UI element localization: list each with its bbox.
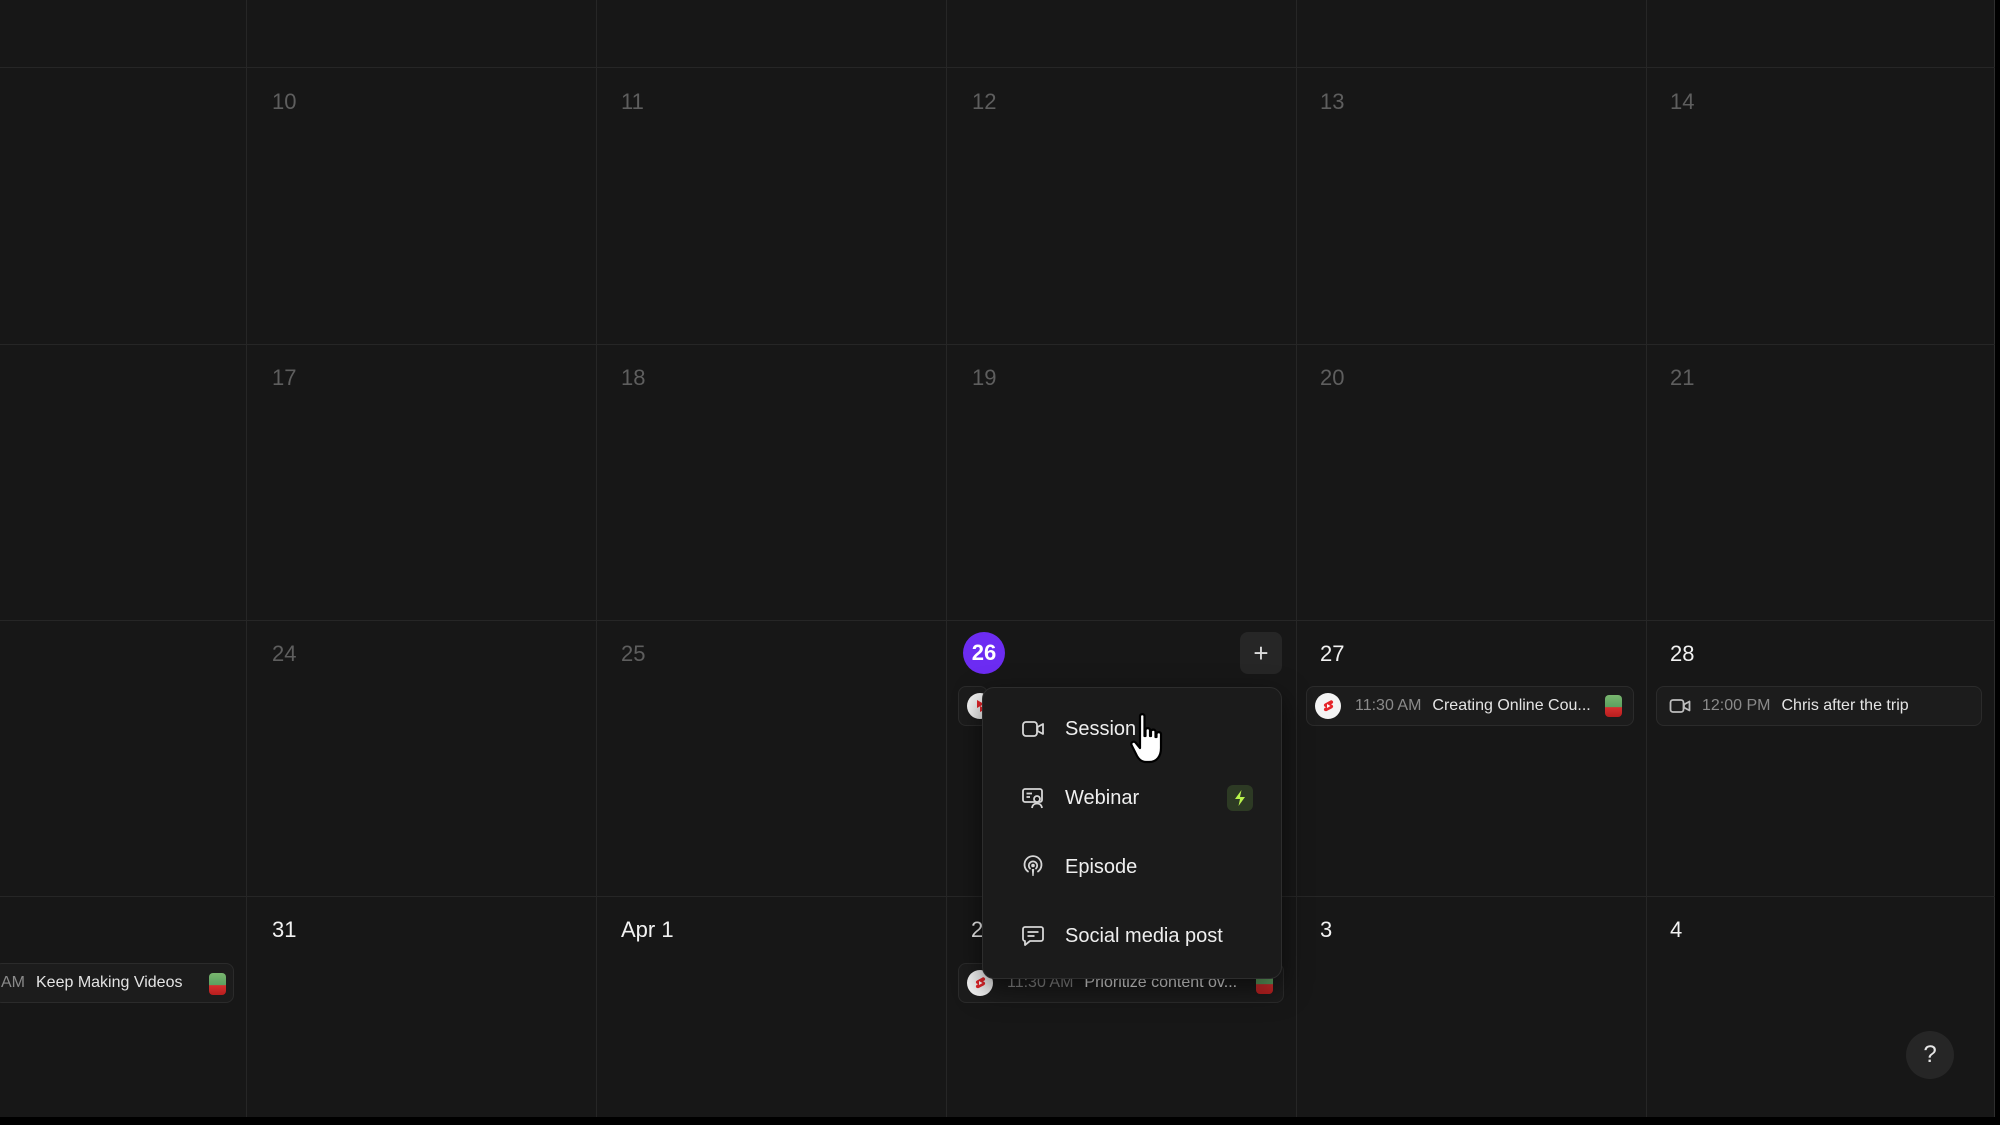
chat-bubble-icon [1022,926,1044,946]
day-number: 28 [1670,641,1695,666]
menu-item-label: Episode [1065,855,1138,878]
grid-divider [246,0,247,1117]
webinar-presentation-icon [1022,788,1043,809]
host-avatar [209,973,226,995]
day-number: 21 [1670,365,1695,390]
day-number: 12 [972,89,997,114]
grid-divider [0,620,1995,621]
menu-item-label: Social media post [1065,924,1223,947]
grid-divider [946,0,947,1117]
event-time: 11:30 AM [1355,697,1422,714]
day-number: 14 [1670,89,1695,114]
hand-cursor-icon [1130,713,1163,764]
calendar-event[interactable]: 12:00 PM Chris after the trip [1656,686,1982,726]
day-number: 20 [1320,365,1345,390]
lightning-icon [1227,785,1253,811]
event-title: Creating Online Cou... [1432,697,1591,714]
day-number: 3 [1320,917,1333,942]
event-time: AM [1,974,25,991]
grid-divider [1646,0,1647,1117]
today-indicator[interactable]: 26 [963,632,1005,674]
add-event-button[interactable]: + [1240,632,1282,674]
video-camera-icon [1022,721,1044,737]
host-avatar [1605,695,1622,717]
day-number: 24 [272,641,297,666]
event-title: Chris after the trip [1781,697,1909,714]
month-calendar-grid: 10 11 12 13 14 17 18 19 20 21 24 25 26 +… [0,0,1995,1117]
youtube-icon [1315,693,1341,719]
grid-divider [0,344,1995,345]
event-time: 12:00 PM [1702,697,1771,714]
day-number: 11 [621,89,644,114]
day-number: 19 [972,365,997,390]
menu-item-webinar[interactable]: Webinar [997,774,1269,822]
video-camera-icon [1669,699,1691,713]
menu-item-label: Webinar [1065,786,1140,809]
help-button[interactable]: ? [1906,1031,1954,1079]
menu-item-social-media-post[interactable]: Social media post [997,912,1269,960]
calendar-event[interactable]: 11:30 AM Creating Online Cou... [1306,686,1634,726]
grid-divider [1296,0,1297,1117]
event-title: Keep Making Videos [36,974,183,991]
day-number: 4 [1670,917,1683,942]
day-number: Apr 1 [621,917,674,942]
day-number: 17 [272,365,297,390]
menu-item-episode[interactable]: Episode [997,843,1269,891]
day-number: 13 [1320,89,1345,114]
day-number: 27 [1320,641,1345,666]
menu-item-label: Session [1065,717,1137,740]
day-number: 18 [621,365,646,390]
grid-divider [0,67,1995,68]
grid-edge [1994,0,1995,1117]
podcast-icon [1023,855,1043,876]
day-number: 25 [621,641,646,666]
day-number: 10 [272,89,297,114]
day-number: 31 [272,917,297,942]
calendar-event[interactable]: AM Keep Making Videos [0,963,234,1003]
grid-divider [596,0,597,1117]
